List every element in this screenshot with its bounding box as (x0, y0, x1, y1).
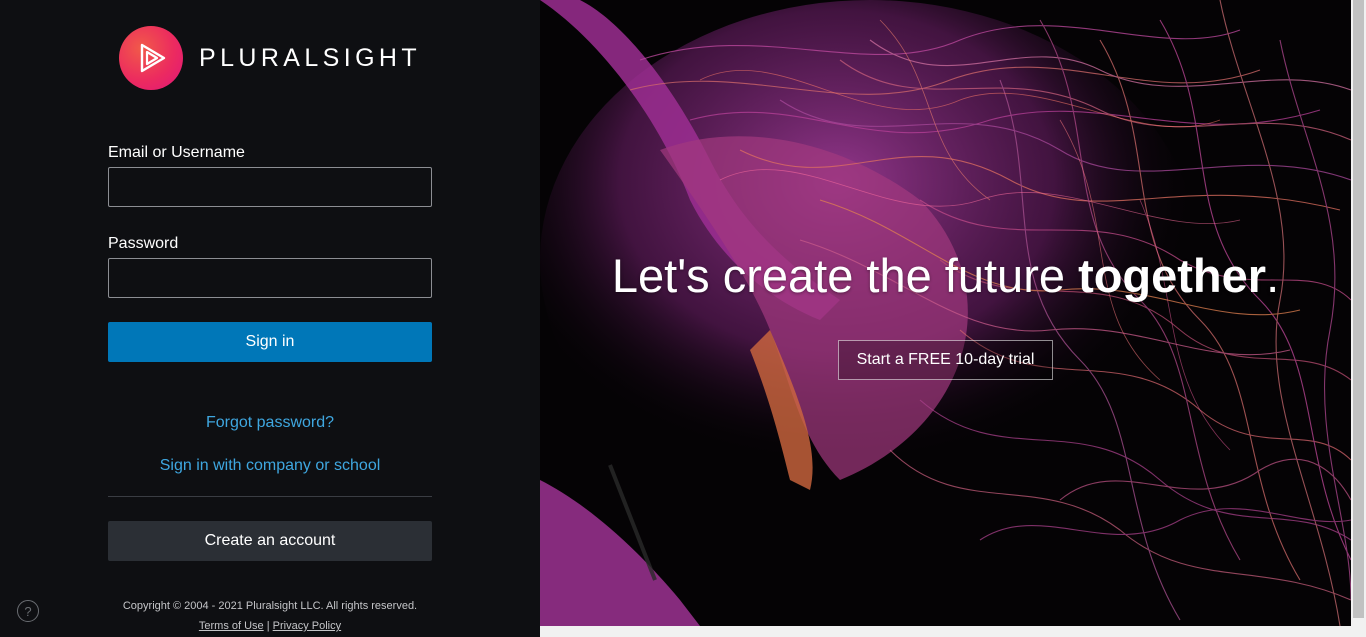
headline-regular: Let's create the future (611, 249, 1079, 302)
sign-in-button[interactable]: Sign in (108, 322, 432, 362)
horizontal-scrollbar-track (540, 626, 1351, 637)
copyright-text: Copyright © 2004 - 2021 Pluralsight LLC.… (122, 600, 418, 612)
play-logo-icon (119, 26, 183, 90)
brand-wordmark: PLURALSIGHT (199, 43, 422, 72)
hero-background-art (540, 0, 1351, 626)
free-trial-button[interactable]: Start a FREE 10-day trial (838, 340, 1053, 380)
pluralsight-logo[interactable]: PLURALSIGHT (119, 26, 421, 90)
forgot-password-link[interactable]: Forgot password? (108, 414, 432, 432)
email-field[interactable] (108, 167, 432, 207)
divider (108, 496, 432, 497)
privacy-policy-link[interactable]: Privacy Policy (273, 620, 341, 632)
headline-end: . (1266, 249, 1280, 302)
email-label: Email or Username (108, 144, 245, 161)
login-panel: PLURALSIGHT Email or Username Password S… (0, 0, 540, 637)
hero-headline: Let's create the future together. (540, 248, 1351, 303)
password-label: Password (108, 235, 179, 252)
create-account-button[interactable]: Create an account (108, 521, 432, 561)
password-field[interactable] (108, 258, 432, 298)
hero-panel: Let's create the future together. Start … (540, 0, 1351, 626)
terms-of-use-link[interactable]: Terms of Use (199, 620, 264, 632)
headline-bold: together (1078, 249, 1267, 302)
vertical-scrollbar-thumb[interactable] (1353, 0, 1364, 618)
help-icon[interactable]: ? (17, 600, 39, 622)
company-sign-in-link[interactable]: Sign in with company or school (108, 457, 432, 475)
legal-links: Terms of Use | Privacy Policy (108, 620, 432, 632)
legal-separator: | (266, 620, 270, 632)
